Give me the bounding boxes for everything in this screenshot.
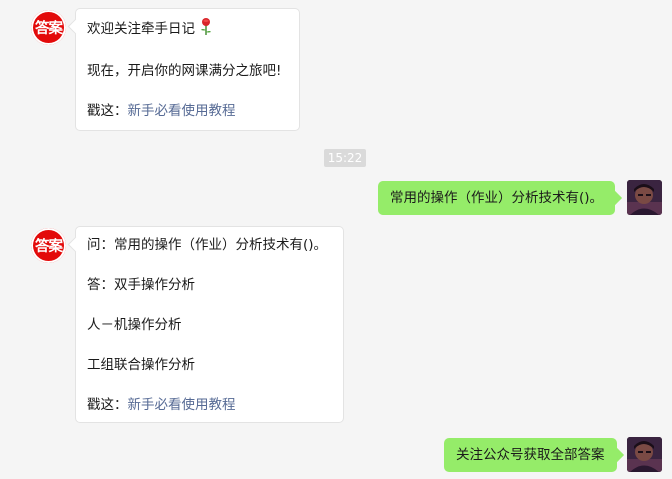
bot-avatar[interactable]: 答案 [31, 10, 66, 45]
question-text: 问：常用的操作（作业）分析技术有()。 [87, 237, 328, 253]
user-message-bubble-2: 关注公众号获取全部答案 [444, 438, 617, 472]
rose-emoji-icon [199, 17, 213, 41]
bot-avatar-2[interactable]: 答案 [31, 228, 66, 263]
link-prefix: 戳这： [87, 103, 128, 119]
tutorial-line-2: 戳这：新手必看使用教程 [87, 395, 333, 415]
tutorial-link-2[interactable]: 新手必看使用教程 [128, 397, 236, 413]
user-avatar-2[interactable] [627, 437, 662, 472]
user-message-bubble: 常用的操作（作业）分析技术有()。 [378, 181, 616, 215]
welcome-text: 欢迎关注牵手日记 [87, 21, 195, 37]
bot-avatar-text-2: 答案 [35, 239, 63, 255]
message-bubble-answer: 问：常用的操作（作业）分析技术有()。 答：双手操作分析 人－机操作分析 工组联… [75, 226, 344, 423]
answer-text: 答：双手操作分析 [87, 277, 195, 293]
option-text-2: 人－机操作分析 [87, 317, 182, 333]
welcome-line: 欢迎关注牵手日记 [87, 17, 289, 41]
welcome-line-2: 现在，开启你的网课满分之旅吧! [87, 63, 282, 79]
option-text-3: 工组联合操作分析 [87, 357, 195, 373]
user-message-text: 常用的操作（作业）分析技术有()。 [390, 190, 604, 206]
message-bubble-welcome: 欢迎关注牵手日记 现在，开启你的网课满分之旅吧! 戳这：新手必看使用教程 [75, 8, 300, 131]
tutorial-line: 戳这：新手必看使用教程 [87, 101, 289, 121]
user-message-text-2: 关注公众号获取全部答案 [456, 447, 605, 463]
chat-window: 答案 欢迎关注牵手日记 现在，开启你的网课满分之旅吧! 戳这：新手必看使用教程 … [0, 0, 672, 479]
timestamp: 15:22 [324, 149, 366, 167]
tutorial-link[interactable]: 新手必看使用教程 [128, 103, 236, 119]
link-prefix-2: 戳这： [87, 397, 128, 413]
user-avatar[interactable] [627, 180, 662, 215]
bot-avatar-text: 答案 [35, 21, 63, 37]
